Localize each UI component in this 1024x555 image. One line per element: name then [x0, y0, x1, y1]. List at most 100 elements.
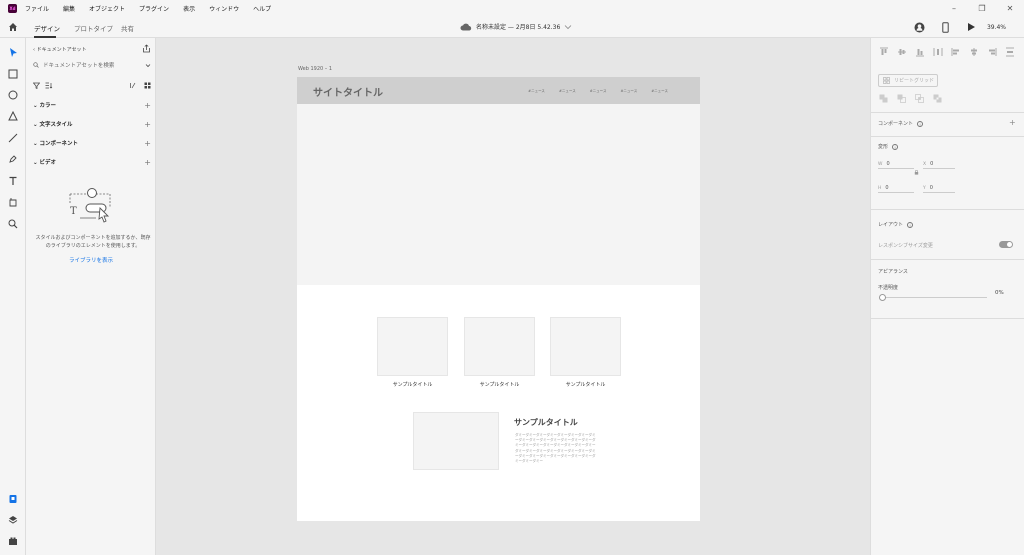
menu-help[interactable]: ヘルプ: [253, 4, 271, 13]
ellipse-tool-icon[interactable]: [7, 89, 19, 101]
x-field[interactable]: X0: [923, 160, 955, 169]
opacity-slider-track[interactable]: [885, 297, 987, 298]
mobile-preview-icon[interactable]: [939, 20, 953, 34]
add-character-style-button[interactable]: +: [144, 120, 151, 129]
close-button[interactable]: ✕: [996, 0, 1024, 16]
filter-icon[interactable]: [33, 82, 40, 89]
add-video-button[interactable]: +: [144, 158, 151, 167]
artboard-label[interactable]: Web 1920 – 1: [298, 66, 332, 72]
responsive-resize-toggle[interactable]: [999, 241, 1013, 248]
menu-object[interactable]: オブジェクト: [89, 4, 125, 13]
artboard-tool-icon[interactable]: [7, 196, 19, 208]
exclude-boolean-icon[interactable]: [933, 94, 942, 103]
menu-plugins[interactable]: プラグイン: [139, 4, 169, 13]
sort-icon[interactable]: [45, 82, 53, 89]
section-character-styles[interactable]: ⌄ 文字スタイル +: [33, 119, 151, 129]
align-right-icon[interactable]: [987, 47, 997, 57]
component-section: コンポーネント i: [878, 120, 924, 127]
y-value[interactable]: 0: [930, 185, 933, 191]
card-title[interactable]: サンプルタイトル: [464, 381, 535, 388]
menu-view[interactable]: 表示: [183, 4, 195, 13]
list-view-icon[interactable]: [130, 82, 138, 89]
play-icon[interactable]: [965, 20, 979, 34]
asset-search-input[interactable]: ドキュメントアセットを検索: [43, 61, 145, 69]
info-icon[interactable]: i: [917, 120, 924, 127]
pen-tool-icon[interactable]: [7, 153, 19, 165]
nav-item[interactable]: #ニュース: [559, 89, 576, 94]
x-value[interactable]: 0: [930, 161, 933, 167]
height-value[interactable]: 0: [885, 185, 888, 191]
align-center-icon[interactable]: [969, 47, 979, 57]
artboard[interactable]: サイトタイトル #ニュース #ニュース #ニュース #ニュース #ニュース サン…: [297, 77, 700, 521]
minimize-button[interactable]: –: [940, 0, 968, 16]
opacity-value[interactable]: 0%: [995, 290, 1004, 296]
subtract-boolean-icon[interactable]: [897, 94, 906, 103]
zoom-tool-icon[interactable]: [7, 218, 19, 230]
align-left-icon[interactable]: [951, 47, 961, 57]
hero-image[interactable]: [297, 104, 700, 285]
select-tool-icon[interactable]: [7, 46, 19, 58]
feature-title[interactable]: サンプルタイトル: [514, 417, 578, 428]
add-component-state-button[interactable]: +: [1009, 118, 1016, 127]
tab-share[interactable]: 共有: [121, 23, 134, 33]
add-component-button[interactable]: +: [144, 139, 151, 148]
zoom-level[interactable]: 39.4%: [987, 24, 1006, 31]
nav-item[interactable]: #ニュース: [620, 89, 637, 94]
site-title[interactable]: サイトタイトル: [313, 84, 383, 99]
section-components[interactable]: ⌄ コンポーネント +: [33, 138, 151, 148]
card-image[interactable]: [377, 317, 448, 376]
text-tool-icon[interactable]: [7, 175, 19, 187]
document-assets-back[interactable]: ‹ ドキュメントアセット: [33, 46, 87, 53]
card-title[interactable]: サンプルタイトル: [550, 381, 621, 388]
user-icon[interactable]: [913, 20, 927, 34]
assets-panel-icon[interactable]: [7, 493, 19, 505]
distribute-horizontal-icon[interactable]: [1005, 47, 1015, 57]
align-top-icon[interactable]: [879, 47, 889, 57]
add-boolean-icon[interactable]: [879, 94, 888, 103]
rectangle-tool-icon[interactable]: [7, 68, 19, 80]
feature-image[interactable]: [413, 412, 499, 470]
plugins-panel-icon[interactable]: [7, 535, 19, 547]
feature-body-text[interactable]: ダミーダミーダミーダミーダミーダミーダミーダミーダミーダミーダミーダミーダミーダ…: [515, 433, 597, 464]
width-value[interactable]: 0: [886, 161, 889, 167]
menu-window[interactable]: ウィンドウ: [209, 4, 239, 13]
document-title[interactable]: 名称未設定 — 2月8日 5.42.36: [460, 22, 576, 31]
height-field[interactable]: H0: [878, 184, 914, 193]
lock-aspect-icon[interactable]: [914, 170, 919, 175]
nav-item[interactable]: #ニュース: [528, 89, 545, 94]
info-icon[interactable]: i: [907, 221, 914, 228]
grid-view-icon[interactable]: [144, 82, 151, 89]
card-title[interactable]: サンプルタイトル: [377, 381, 448, 388]
show-library-link[interactable]: ライブラリを表示: [26, 256, 156, 264]
line-tool-icon[interactable]: [7, 132, 19, 144]
design-canvas[interactable]: Web 1920 – 1 サイトタイトル #ニュース #ニュース #ニュース #…: [156, 38, 870, 555]
share-assets-icon[interactable]: [142, 44, 151, 53]
polygon-tool-icon[interactable]: [7, 110, 19, 122]
home-icon[interactable]: [8, 22, 18, 32]
asset-search-field[interactable]: ドキュメントアセットを検索: [33, 60, 151, 70]
section-video[interactable]: ⌄ ビデオ +: [33, 157, 151, 167]
intersect-boolean-icon[interactable]: [915, 94, 924, 103]
layers-panel-icon[interactable]: [7, 514, 19, 526]
section-colors[interactable]: ⌄ カラー +: [33, 100, 151, 110]
menu-edit[interactable]: 編集: [63, 4, 75, 13]
nav-item[interactable]: #ニュース: [651, 89, 668, 94]
card-image[interactable]: [550, 317, 621, 376]
add-color-button[interactable]: +: [144, 101, 151, 110]
distribute-vertical-icon[interactable]: [933, 47, 943, 57]
card-image[interactable]: [464, 317, 535, 376]
align-bottom-icon[interactable]: [915, 47, 925, 57]
tab-design[interactable]: デザイン: [34, 23, 60, 33]
width-field[interactable]: W0: [878, 160, 914, 169]
repeat-grid-button[interactable]: リピートグリッド: [878, 74, 938, 87]
tab-prototype[interactable]: プロトタイプ: [74, 23, 113, 33]
menu-file[interactable]: ファイル: [25, 4, 49, 13]
align-middle-icon[interactable]: [897, 47, 907, 57]
chevron-down-icon[interactable]: [145, 63, 151, 68]
site-header[interactable]: サイトタイトル #ニュース #ニュース #ニュース #ニュース #ニュース: [297, 77, 700, 104]
restore-button[interactable]: ❐: [968, 0, 996, 16]
nav-item[interactable]: #ニュース: [590, 89, 607, 94]
info-icon[interactable]: i: [892, 143, 899, 150]
opacity-slider-thumb[interactable]: [879, 294, 886, 301]
y-field[interactable]: Y0: [923, 184, 955, 193]
